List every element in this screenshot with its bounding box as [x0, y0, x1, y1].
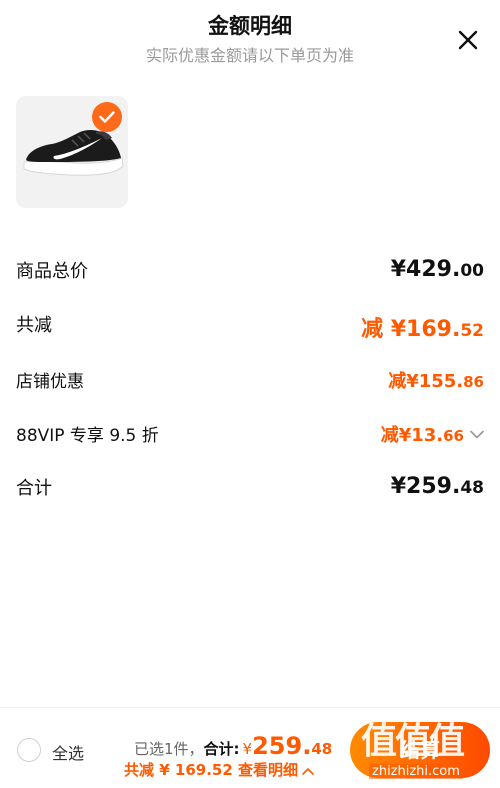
- close-button[interactable]: [454, 26, 482, 54]
- total-label: 合计:: [203, 740, 240, 758]
- vip-discount-prefix: 减: [380, 425, 399, 446]
- page-title: 金额明细: [208, 14, 292, 38]
- vip-discount-label: 88VIP 专享 9.5 折: [16, 426, 159, 446]
- chevron-down-icon[interactable]: [470, 427, 484, 443]
- sum-int: ¥259.: [390, 474, 461, 499]
- goods-total-int: ¥429.: [390, 257, 461, 282]
- total-discount-label: 共减: [16, 315, 52, 336]
- selected-count-text: 已选1件，: [134, 740, 204, 758]
- total-discount-int: ¥169.: [390, 317, 461, 342]
- bottom-bar: 全选 已选1件，合计: ¥259.48 共减 ¥ 169.52 查看明细 结算 值…: [0, 707, 500, 788]
- sum-label: 合计: [16, 478, 52, 499]
- goods-total-value: ¥429.00: [391, 257, 484, 282]
- total-yen: ¥: [242, 740, 253, 758]
- store-discount-value: 减¥155.86: [388, 367, 484, 393]
- row-goods-total: 商品总价 ¥429.00: [16, 257, 484, 287]
- total-int: 259.: [252, 732, 312, 760]
- discount-summary[interactable]: 共减 ¥ 169.52 查看明细: [124, 759, 314, 780]
- selected-check-badge[interactable]: [92, 102, 122, 132]
- store-discount-prefix: 减: [388, 371, 407, 392]
- total-discount-prefix: 减: [361, 317, 391, 342]
- total-discount-value: 减 ¥169.52: [361, 311, 484, 343]
- store-discount-label: 店铺优惠: [16, 372, 84, 392]
- row-vip-discount[interactable]: 88VIP 专享 9.5 折 减¥13.66: [16, 421, 484, 451]
- sum-dec: 48: [460, 478, 484, 498]
- sum-value: ¥259.48: [391, 474, 484, 499]
- header: 金额明细 实际优惠金额请以下单页为准: [0, 0, 500, 80]
- total-discount-dec: 52: [460, 321, 484, 341]
- row-store-discount: 店铺优惠 减¥155.86: [16, 367, 484, 397]
- goods-total-label: 商品总价: [16, 261, 88, 282]
- total-dec: 48: [311, 740, 333, 758]
- checkout-button[interactable]: 结算: [350, 722, 490, 778]
- store-discount-int: ¥155.: [406, 371, 464, 392]
- goods-total-dec: 00: [460, 261, 484, 281]
- store-discount-dec: 86: [463, 373, 484, 391]
- discount-text: 共减 ¥ 169.52: [124, 761, 233, 779]
- selection-summary: 已选1件，合计: ¥259.48: [134, 732, 332, 760]
- close-icon: [458, 30, 478, 50]
- page-subtitle: 实际优惠金额请以下单页为准: [145, 46, 354, 65]
- select-all-checkbox[interactable]: [17, 738, 41, 762]
- vip-discount-value: 减¥13.66: [381, 421, 484, 447]
- select-all-label[interactable]: 全选: [52, 740, 84, 764]
- caret-up-icon[interactable]: [302, 761, 314, 779]
- vip-discount-dec: 66: [443, 427, 464, 445]
- vip-discount-int: ¥13.: [398, 425, 444, 446]
- row-sum: 合计 ¥259.48: [16, 474, 484, 504]
- check-icon: [99, 111, 115, 123]
- row-total-discount: 共减 减 ¥169.52: [16, 311, 484, 343]
- view-detail-link[interactable]: 查看明细: [238, 761, 298, 779]
